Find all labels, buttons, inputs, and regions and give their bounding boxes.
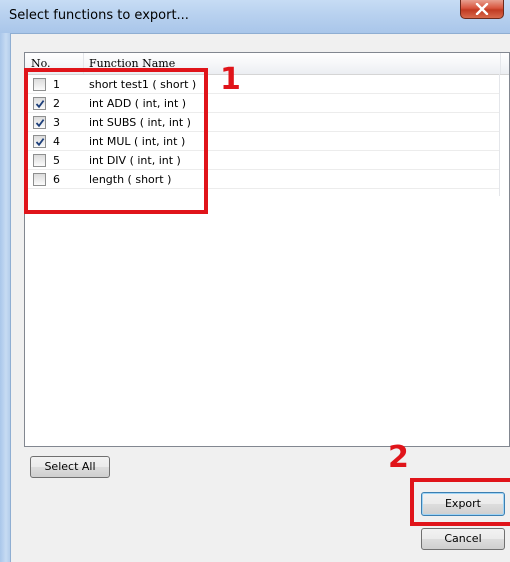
row-checkbox[interactable] [33, 154, 46, 167]
checkmark-icon [35, 138, 45, 147]
cancel-button[interactable]: Cancel [421, 528, 505, 550]
row-checkbox[interactable] [33, 135, 46, 148]
window-title: Select functions to export... [9, 8, 189, 23]
column-divider[interactable] [83, 53, 84, 74]
row-number: 2 [53, 97, 60, 110]
checkmark-icon [35, 100, 45, 109]
row-number: 6 [53, 173, 60, 186]
column-divider[interactable] [500, 53, 501, 74]
list-item[interactable]: 4 int MUL ( int, int ) [25, 132, 499, 151]
function-name: int SUBS ( int, int ) [89, 116, 191, 129]
function-name: int DIV ( int, int ) [89, 154, 181, 167]
row-number: 3 [53, 116, 60, 129]
list-item[interactable]: 2 int ADD ( int, int ) [25, 94, 499, 113]
column-header-no[interactable]: No. [31, 57, 51, 70]
column-header-function-name[interactable]: Function Name [89, 57, 175, 70]
row-checkbox[interactable] [33, 97, 46, 110]
function-name: int ADD ( int, int ) [89, 97, 187, 110]
function-list[interactable]: No. Function Name 1 short test1 ( short … [24, 52, 510, 447]
row-checkbox[interactable] [33, 173, 46, 186]
function-name: length ( short ) [89, 173, 172, 186]
list-item[interactable]: 3 int SUBS ( int, int ) [25, 113, 499, 132]
column-gridline [499, 74, 500, 196]
list-item[interactable]: 6 length ( short ) [25, 170, 499, 189]
function-name: int MUL ( int, int ) [89, 135, 186, 148]
select-all-button[interactable]: Select All [30, 456, 110, 478]
row-checkbox[interactable] [33, 116, 46, 129]
function-name: short test1 ( short ) [89, 78, 197, 91]
export-button[interactable]: Export [421, 492, 505, 516]
close-button[interactable] [460, 0, 504, 19]
checkmark-icon [35, 119, 45, 128]
title-bar[interactable]: Select functions to export... [0, 0, 510, 34]
list-item[interactable]: 5 int DIV ( int, int ) [25, 151, 499, 170]
row-number: 1 [53, 78, 60, 91]
list-header: No. Function Name [25, 53, 509, 75]
row-number: 5 [53, 154, 60, 167]
export-dialog: Select functions to export... No. Functi… [0, 0, 510, 562]
window-frame [0, 33, 10, 562]
row-number: 4 [53, 135, 60, 148]
row-checkbox[interactable] [33, 78, 46, 91]
list-item[interactable]: 1 short test1 ( short ) [25, 75, 499, 94]
